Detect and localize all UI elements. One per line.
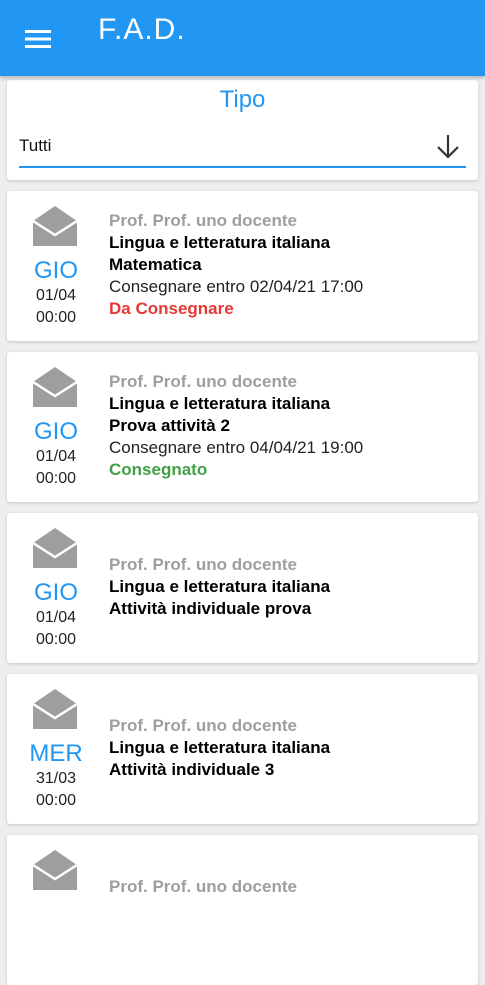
item-subject: Lingua e letteratura italiana (109, 738, 331, 757)
assignment-card[interactable]: MER 31/03 00:00 Prof. Prof. uno docente … (7, 674, 478, 824)
item-teacher: Prof. Prof. uno docente (109, 555, 297, 574)
envelope-open-icon (31, 526, 79, 570)
envelope-open-icon (31, 365, 79, 409)
item-status: Da Consegnare (109, 299, 234, 318)
item-subject: Lingua e letteratura italiana (109, 233, 331, 252)
item-date: 01/04 (35, 448, 77, 465)
assignment-card[interactable]: GIO 01/04 00:00 Prof. Prof. uno docente … (7, 191, 478, 341)
item-time: 00:00 (35, 470, 77, 487)
assignment-card[interactable]: GIO 01/04 00:00 Prof. Prof. uno docente … (7, 513, 478, 663)
item-deadline: Consegnare entro 02/04/21 17:00 (109, 277, 364, 296)
item-day: GIO (33, 257, 78, 284)
item-deadline: Consegnare entro 04/04/21 19:00 (109, 438, 364, 457)
item-teacher: Prof. Prof. uno docente (109, 372, 297, 391)
item-date: 01/04 (35, 609, 77, 626)
item-time: 00:00 (35, 309, 77, 326)
item-status: Consegnato (109, 460, 208, 479)
envelope-open-icon (31, 848, 79, 892)
assignment-card[interactable]: Prof. Prof. uno docente (7, 835, 478, 985)
hamburger-menu-icon[interactable] (20, 22, 56, 56)
item-time: 00:00 (35, 631, 77, 648)
envelope-open-icon (31, 687, 79, 731)
item-activity: Matematica (109, 255, 202, 274)
item-time: 00:00 (35, 792, 77, 809)
item-date: 01/04 (35, 287, 77, 304)
type-select[interactable]: Tutti (19, 128, 466, 168)
item-activity: Prova attività 2 (109, 416, 230, 435)
arrow-down-icon[interactable] (434, 132, 462, 160)
item-day: GIO (33, 579, 78, 606)
envelope-open-icon (31, 204, 79, 248)
app-bar: F.A.D. (0, 0, 485, 76)
item-teacher: Prof. Prof. uno docente (109, 716, 297, 735)
type-filter-card: Tipo Tutti (7, 80, 478, 180)
item-subject: Lingua e letteratura italiana (109, 577, 331, 596)
filter-label: Tipo (219, 86, 266, 113)
assignment-card[interactable]: GIO 01/04 00:00 Prof. Prof. uno docente … (7, 352, 478, 502)
item-day: GIO (33, 418, 78, 445)
item-subject: Lingua e letteratura italiana (109, 394, 331, 413)
item-activity: Attività individuale 3 (109, 760, 275, 779)
item-teacher: Prof. Prof. uno docente (109, 211, 297, 230)
type-select-value: Tutti (19, 136, 52, 155)
app-title: F.A.D. (98, 13, 186, 46)
item-day: MER (29, 740, 83, 767)
item-activity: Attività individuale prova (109, 599, 312, 618)
item-teacher: Prof. Prof. uno docente (109, 877, 297, 896)
item-date: 31/03 (35, 770, 77, 787)
